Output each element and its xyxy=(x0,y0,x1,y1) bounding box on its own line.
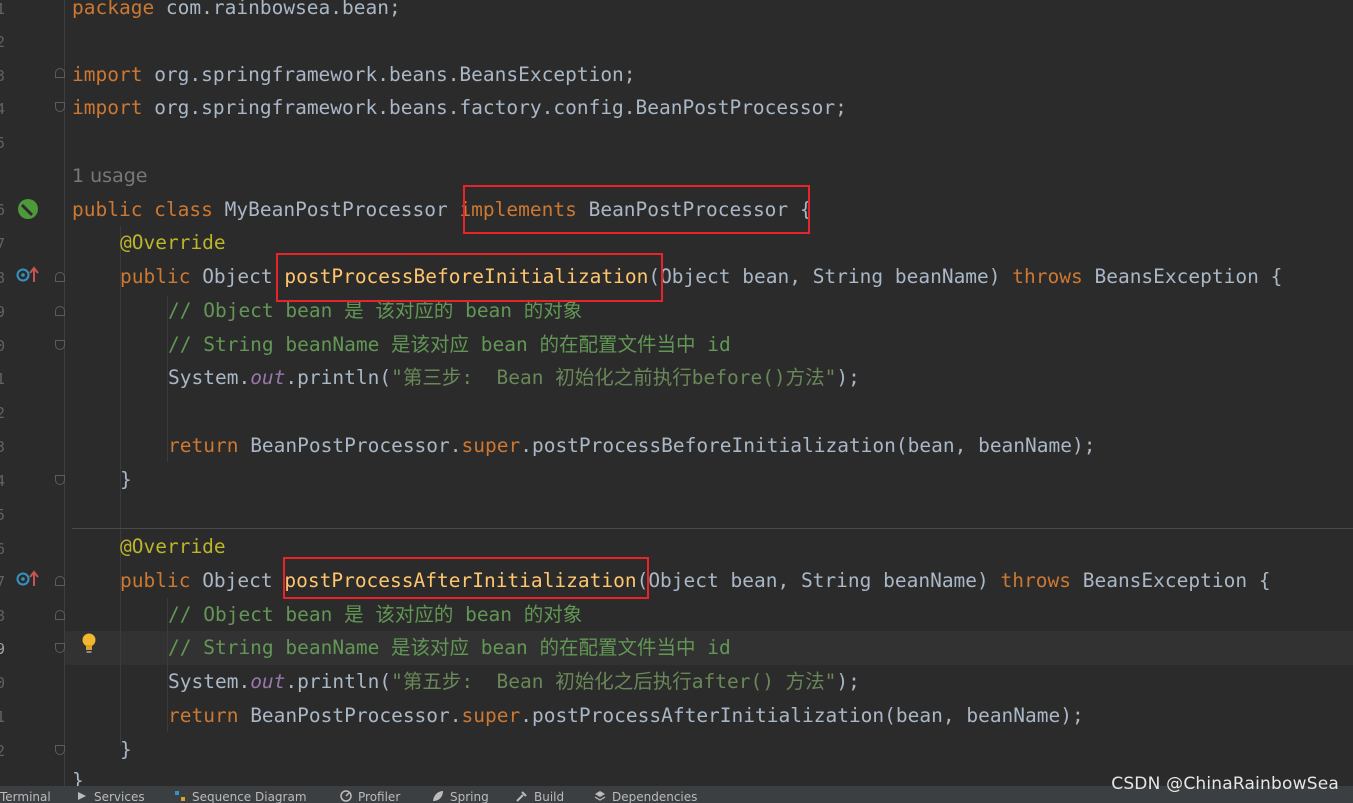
line-number: 8 xyxy=(0,607,6,625)
line-number: 8 xyxy=(0,269,6,287)
gutter-divider xyxy=(64,0,65,786)
line-number: 2 xyxy=(0,33,6,51)
line-number: 3 xyxy=(0,67,6,85)
watermark: CSDN @ChinaRainbowSea xyxy=(1111,774,1339,794)
fold-marker[interactable] xyxy=(55,745,65,755)
fold-marker[interactable] xyxy=(55,102,65,112)
dependencies-icon xyxy=(594,791,606,801)
line-number: 6 xyxy=(0,540,6,558)
fold-marker[interactable] xyxy=(55,610,65,620)
build-icon xyxy=(516,791,527,802)
code-line-println: System.out.println("第三步: Bean 初始化之前执行bef… xyxy=(168,366,860,389)
line-number: 2 xyxy=(0,742,6,760)
tool-window-spring[interactable]: Spring xyxy=(432,790,489,803)
line-number: 0 xyxy=(0,674,6,692)
spring-icon xyxy=(433,791,443,801)
code-line-import: import org.springframework.beans.factory… xyxy=(72,96,847,119)
code-line-println: System.out.println("第五步: Bean 初始化之后执行aft… xyxy=(168,670,860,693)
method-separator xyxy=(72,528,1353,529)
code-editor[interactable]: 1 2 3 4 5 6 7 8 9 0 1 2 3 4 5 6 7 8 9 0 … xyxy=(0,0,1353,786)
highlight-box-implements xyxy=(463,185,810,234)
highlight-box-after-method xyxy=(283,557,649,599)
line-number: 6 xyxy=(0,201,6,219)
line-number: 1 xyxy=(0,708,6,726)
override-icon[interactable] xyxy=(16,264,42,286)
line-number: 7 xyxy=(0,573,6,591)
line-number: 0 xyxy=(0,337,6,355)
code-line-brace: } xyxy=(120,738,132,761)
code-line-import: import org.springframework.beans.BeansEx… xyxy=(72,63,636,86)
line-number: 3 xyxy=(0,438,6,456)
fold-marker[interactable] xyxy=(55,68,65,78)
highlight-box-before-method xyxy=(276,253,663,302)
fold-marker[interactable] xyxy=(55,576,65,586)
code-line-brace: } xyxy=(72,769,84,786)
bean-icon[interactable] xyxy=(16,197,40,221)
tool-window-profiler[interactable]: Profiler xyxy=(340,790,400,803)
services-icon xyxy=(78,792,86,800)
usage-hint[interactable]: 1 usage xyxy=(72,159,147,193)
code-line-return: return BeanPostProcessor.super.postProce… xyxy=(168,434,1096,457)
line-number: 9 xyxy=(0,303,6,321)
fold-marker[interactable] xyxy=(55,475,65,485)
tool-window-build[interactable]: Build xyxy=(516,790,564,803)
code-line-comment: // Object bean 是 该对应的 bean 的对象 xyxy=(168,603,583,626)
profiler-icon xyxy=(340,790,352,802)
code-line-return: return BeanPostProcessor.super.postProce… xyxy=(168,704,1084,727)
fold-marker[interactable] xyxy=(55,272,65,282)
fold-marker[interactable] xyxy=(55,306,65,316)
code-line-annotation: @Override xyxy=(120,231,226,254)
line-number: 5 xyxy=(0,134,6,152)
tool-window-dependencies[interactable]: Dependencies xyxy=(594,790,697,803)
line-number: 1 xyxy=(0,0,6,18)
line-number: 5 xyxy=(0,506,6,524)
sequence-diagram-icon xyxy=(175,791,185,801)
code-line-comment: // String beanName 是该对应 bean 的在配置文件当中 id xyxy=(168,636,731,659)
code-line-comment: // String beanName 是该对应 bean 的在配置文件当中 id xyxy=(168,333,731,356)
code-line-brace: } xyxy=(120,468,132,491)
override-icon[interactable] xyxy=(16,568,42,590)
fold-marker[interactable] xyxy=(55,340,65,350)
bulb-icon[interactable] xyxy=(80,632,98,654)
line-number-gutter: 1 2 3 4 5 6 7 8 9 0 1 2 3 4 5 6 7 8 9 0 … xyxy=(0,0,14,786)
code-line-package: package com.rainbowsea.bean; xyxy=(72,0,401,19)
line-number: 7 xyxy=(0,235,6,253)
tool-window-terminal[interactable]: Terminal xyxy=(0,790,51,803)
line-number: 1 xyxy=(0,370,6,388)
tool-window-sequence-diagram[interactable]: Sequence Diagram xyxy=(174,790,307,803)
line-number: 2 xyxy=(0,404,6,422)
line-number: 4 xyxy=(0,472,6,490)
fold-marker[interactable] xyxy=(55,643,65,653)
line-number: 4 xyxy=(0,100,6,118)
code-line-annotation: @Override xyxy=(120,535,226,558)
line-number-current: 9 xyxy=(0,640,6,658)
tool-window-services[interactable]: Services xyxy=(76,790,145,803)
